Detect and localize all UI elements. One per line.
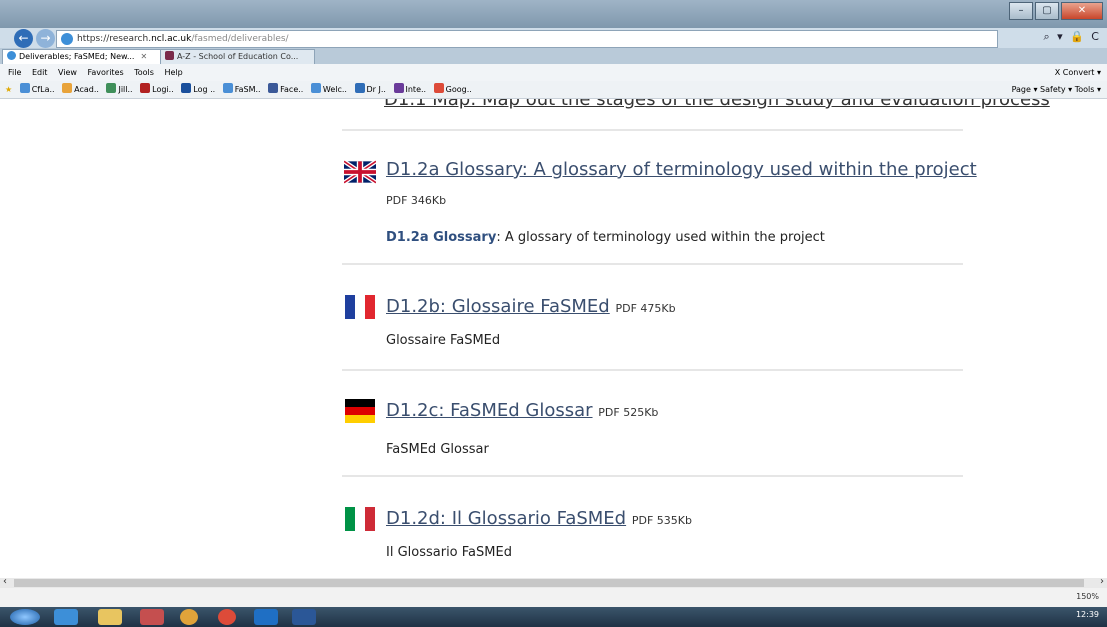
address-path: /fasmed/deliverables/ xyxy=(191,34,289,44)
menu-bar: File Edit View Favorites Tools Help X Co… xyxy=(0,64,1107,81)
favorite-link[interactable]: Logi.. xyxy=(140,81,174,98)
scrollbar-thumb[interactable] xyxy=(14,579,1084,587)
description-strong: D1.2a Glossary xyxy=(386,230,497,245)
shield-icon xyxy=(165,51,174,60)
favorite-icon xyxy=(222,83,233,93)
favorite-icon xyxy=(433,83,444,93)
outlook-taskbar-icon[interactable] xyxy=(254,609,278,625)
favorite-link[interactable]: Welc.. xyxy=(310,81,347,98)
horizontal-scrollbar[interactable]: ‹ › xyxy=(0,576,1107,588)
glossary-de-link[interactable]: D1.2c: FaSMEd Glossar xyxy=(386,400,593,421)
scroll-left-icon[interactable]: ‹ xyxy=(3,576,7,587)
forward-button[interactable]: → xyxy=(36,29,55,48)
file-size: PDF 525Kb xyxy=(598,406,659,419)
word-taskbar-icon[interactable] xyxy=(292,609,316,625)
item-description: FaSMEd Glossar xyxy=(386,442,489,457)
divider xyxy=(342,475,963,477)
favorite-icon xyxy=(181,83,192,93)
partial-heading[interactable]: D1.1 Map: Map out the stages of the desi… xyxy=(384,99,1050,110)
menu-view[interactable]: View xyxy=(58,68,77,77)
favorites-bar: ★ CfLa.. Acad.. Jill.. Logi.. Log .. FaS… xyxy=(0,81,1107,99)
status-bar: 150% xyxy=(0,588,1107,607)
ie-taskbar-icon[interactable] xyxy=(54,609,78,625)
media-taskbar-icon[interactable] xyxy=(140,609,164,625)
favorite-icon xyxy=(62,83,73,93)
menu-edit[interactable]: Edit xyxy=(32,68,48,77)
window-controls: – ▢ ✕ xyxy=(1009,2,1103,20)
minimize-button[interactable]: – xyxy=(1009,2,1033,20)
menu-tools[interactable]: Tools xyxy=(134,68,154,77)
item-title-row: D1.2b: Glossaire FaSMEd PDF 475Kb xyxy=(386,296,676,317)
favorite-icon xyxy=(19,83,30,93)
divider xyxy=(342,369,963,371)
file-size: PDF 535Kb xyxy=(631,514,692,527)
favorite-icon xyxy=(393,83,404,93)
favorites-star-icon[interactable]: ★ xyxy=(5,81,12,98)
tab-label: Deliverables; FaSMEd; New... xyxy=(19,52,135,61)
favorite-link[interactable]: Face.. xyxy=(268,81,303,98)
description-rest: : A glossary of terminology used within … xyxy=(496,230,825,245)
clock[interactable]: 12:39 xyxy=(1076,610,1099,619)
favorite-icon xyxy=(310,83,321,93)
start-button[interactable] xyxy=(10,609,40,625)
favorite-icon xyxy=(106,83,117,93)
divider xyxy=(342,263,963,265)
glossary-it-link[interactable]: D1.2d: Il Glossario FaSMEd xyxy=(386,508,626,529)
back-button[interactable]: ← xyxy=(14,29,33,48)
menu-file[interactable]: File xyxy=(8,68,21,77)
favorite-link[interactable]: Goog.. xyxy=(433,81,472,98)
page-content: D1.1 Map: Map out the stages of the desi… xyxy=(0,99,1107,578)
file-size: PDF 346Kb xyxy=(386,194,447,207)
window-title-bar: – ▢ ✕ xyxy=(0,0,1107,28)
tab-close-icon[interactable]: ✕ xyxy=(140,52,147,61)
uk-flag-icon xyxy=(344,160,376,184)
zoom-level[interactable]: 150% xyxy=(1076,592,1099,601)
favorite-link[interactable]: CfLa.. xyxy=(19,81,55,98)
germany-flag-icon xyxy=(345,399,375,423)
address-bar[interactable]: https://research.ncl.ac.uk/fasmed/delive… xyxy=(56,30,998,48)
chrome-taskbar-icon[interactable] xyxy=(180,609,198,625)
tab-deliverables[interactable]: Deliverables; FaSMEd; New... ✕ xyxy=(2,49,162,64)
glossary-fr-link[interactable]: D1.2b: Glossaire FaSMEd xyxy=(386,296,610,317)
item-description: Il Glossario FaSMEd xyxy=(386,545,512,560)
favorite-icon xyxy=(354,83,365,93)
italy-flag-icon xyxy=(345,507,375,531)
menu-help[interactable]: Help xyxy=(164,68,182,77)
taskbar: 12:39 xyxy=(0,607,1107,627)
favorite-link[interactable]: Jill.. xyxy=(106,81,133,98)
folder-taskbar-icon[interactable] xyxy=(98,609,122,625)
item-title-row: D1.2d: Il Glossario FaSMEd PDF 535Kb xyxy=(386,508,692,529)
favorite-icon xyxy=(140,83,151,93)
favorite-link[interactable]: Acad.. xyxy=(62,81,99,98)
ie-page-icon xyxy=(7,51,16,60)
item-title-row: D1.2c: FaSMEd Glossar PDF 525Kb xyxy=(386,400,658,421)
convert-button[interactable]: X Convert ▾ xyxy=(1055,64,1101,81)
scroll-right-icon[interactable]: › xyxy=(1100,576,1104,587)
favorite-link[interactable]: FaSM.. xyxy=(222,81,261,98)
france-flag-icon xyxy=(345,295,375,319)
file-size: PDF 475Kb xyxy=(615,302,676,315)
maximize-button[interactable]: ▢ xyxy=(1035,2,1059,20)
address-host: https://research. xyxy=(77,34,152,44)
tab-label: A-Z - School of Education Co... xyxy=(177,52,299,61)
command-bar[interactable]: Page ▾ Safety ▾ Tools ▾ xyxy=(1012,81,1101,98)
menu-favorites[interactable]: Favorites xyxy=(88,68,124,77)
glossary-en-link[interactable]: D1.2a Glossary: A glossary of terminolog… xyxy=(386,159,977,180)
favorite-icon xyxy=(268,83,279,93)
google-taskbar-icon[interactable] xyxy=(218,609,236,625)
item-description: D1.2a Glossary: A glossary of terminolog… xyxy=(386,230,825,245)
tab-a-z-school[interactable]: A-Z - School of Education Co... xyxy=(160,49,315,64)
address-domain: ncl.ac.uk xyxy=(151,34,192,44)
close-window-button[interactable]: ✕ xyxy=(1061,2,1103,20)
ie-icon xyxy=(61,33,73,45)
item-description: Glossaire FaSMEd xyxy=(386,333,501,348)
favorite-link[interactable]: Log .. xyxy=(181,81,215,98)
favorite-link[interactable]: Inte.. xyxy=(393,81,426,98)
divider xyxy=(342,129,963,131)
address-tools[interactable]: ⌕ ▾ 🔒 C xyxy=(1043,30,1101,44)
favorite-link[interactable]: Dr J.. xyxy=(354,81,386,98)
